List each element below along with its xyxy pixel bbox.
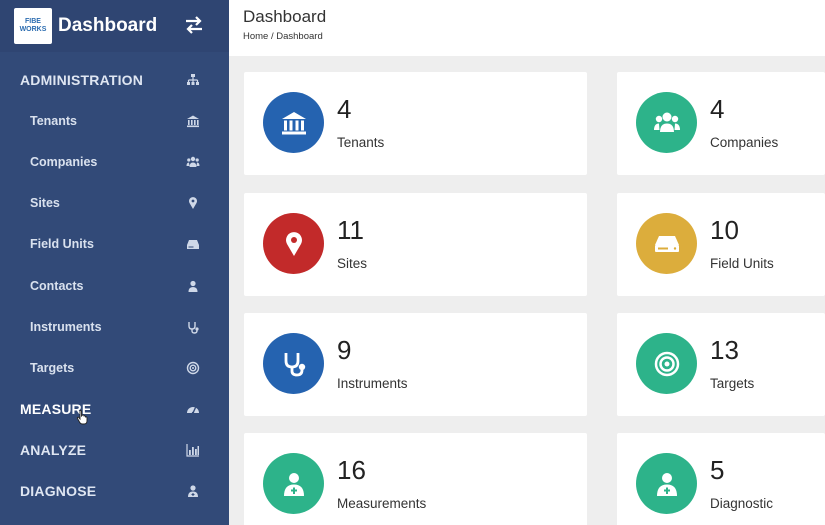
sidebar-item-label: DIAGNOSE [20,483,97,500]
sidebar-item-instruments[interactable]: Instruments [0,306,229,347]
stat-card-instruments[interactable]: 9 Instruments [244,313,587,416]
sidebar-item-contacts[interactable]: Contacts [0,265,229,306]
sidebar-item-label: ANALYZE [20,442,87,459]
stat-value: 11 [337,215,364,245]
dashboard-gauge-icon [186,402,200,416]
stat-card-targets[interactable]: 13 Targets [617,313,825,416]
stat-label: Sites [337,256,368,271]
stat-card-sites[interactable]: 11 Sites [244,193,587,296]
sidebar-item-label: Tenants [30,113,77,128]
user-md-icon [186,484,200,498]
bar-chart-icon [186,443,200,457]
page-header: Dashboard Home / Dashboard [229,0,825,56]
users-icon [186,155,200,169]
map-pin-icon [263,213,324,274]
sidebar-item-administration[interactable]: ADMINISTRATION [0,59,229,100]
stethoscope-icon [263,333,324,394]
stat-value: 13 [710,335,739,365]
brand-logo[interactable]: FIBE WORKS [14,8,52,44]
page-title: Dashboard [243,7,327,26]
brand-title: Dashboard [58,15,158,36]
stat-label: Field Units [710,256,774,271]
map-pin-icon [186,196,200,210]
stat-label: Measurements [337,496,427,511]
sidebar-item-label: Sites [30,196,60,211]
hdd-icon [636,213,697,274]
stat-label: Targets [710,376,755,391]
stat-value: 5 [710,455,725,485]
stat-value: 4 [337,94,352,124]
sidebar-item-label: Companies [30,154,98,169]
sidebar-item-targets[interactable]: Targets [0,347,229,388]
stat-label: Diagnostic [710,496,774,511]
stat-label: Instruments [337,376,408,391]
sidebar-item-diagnose[interactable]: DIAGNOSE [0,471,229,512]
breadcrumb: Home / Dashboard [243,31,323,42]
sidebar-item-label: Instruments [30,319,102,334]
user-md-icon [263,453,324,514]
bank-icon [186,114,200,128]
sidebar-item-label: Field Units [30,237,94,252]
stat-card-tenants[interactable]: 4 Tenants [244,72,587,175]
sidebar-item-tenants[interactable]: Tenants [0,100,229,141]
stat-value: 4 [710,94,725,124]
sidebar-item-label: ADMINISTRATION [20,71,144,88]
sidebar-item-sites[interactable]: Sites [0,183,229,224]
sidebar-item-analyze[interactable]: ANALYZE [0,430,229,471]
stat-value: 10 [710,215,739,245]
sidebar-item-companies[interactable]: Companies [0,141,229,182]
hdd-icon [186,237,200,251]
stat-card-field-units[interactable]: 10 Field Units [617,193,825,296]
swap-arrows-icon[interactable] [183,14,205,36]
stat-label: Companies [710,135,779,150]
bank-icon [263,92,324,153]
sidebar: FIBE WORKS Dashboard ADMINISTRATION Tenan… [0,0,229,525]
sidebar-nav: ADMINISTRATION Tenants Companies Sites F… [0,59,229,512]
user-icon [186,279,200,293]
target-icon [186,361,200,375]
stat-label: Tenants [337,135,385,150]
stat-card-measurements[interactable]: 16 Measurements [244,433,587,525]
stethoscope-icon [186,320,200,334]
users-icon [636,92,697,153]
user-md-icon [636,453,697,514]
stat-value: 9 [337,335,352,365]
stat-card-diagnostic[interactable]: 5 Diagnostic [617,433,825,525]
sidebar-item-field-units[interactable]: Field Units [0,224,229,265]
stat-value: 16 [337,455,366,485]
sidebar-item-measure[interactable]: MEASURE [0,389,229,430]
sitemap-icon [186,73,200,87]
sidebar-item-label: Contacts [30,278,84,293]
mouse-cursor-icon [76,409,90,425]
stat-card-companies[interactable]: 4 Companies [617,72,825,175]
target-icon [636,333,697,394]
sidebar-item-label: Targets [30,360,75,375]
